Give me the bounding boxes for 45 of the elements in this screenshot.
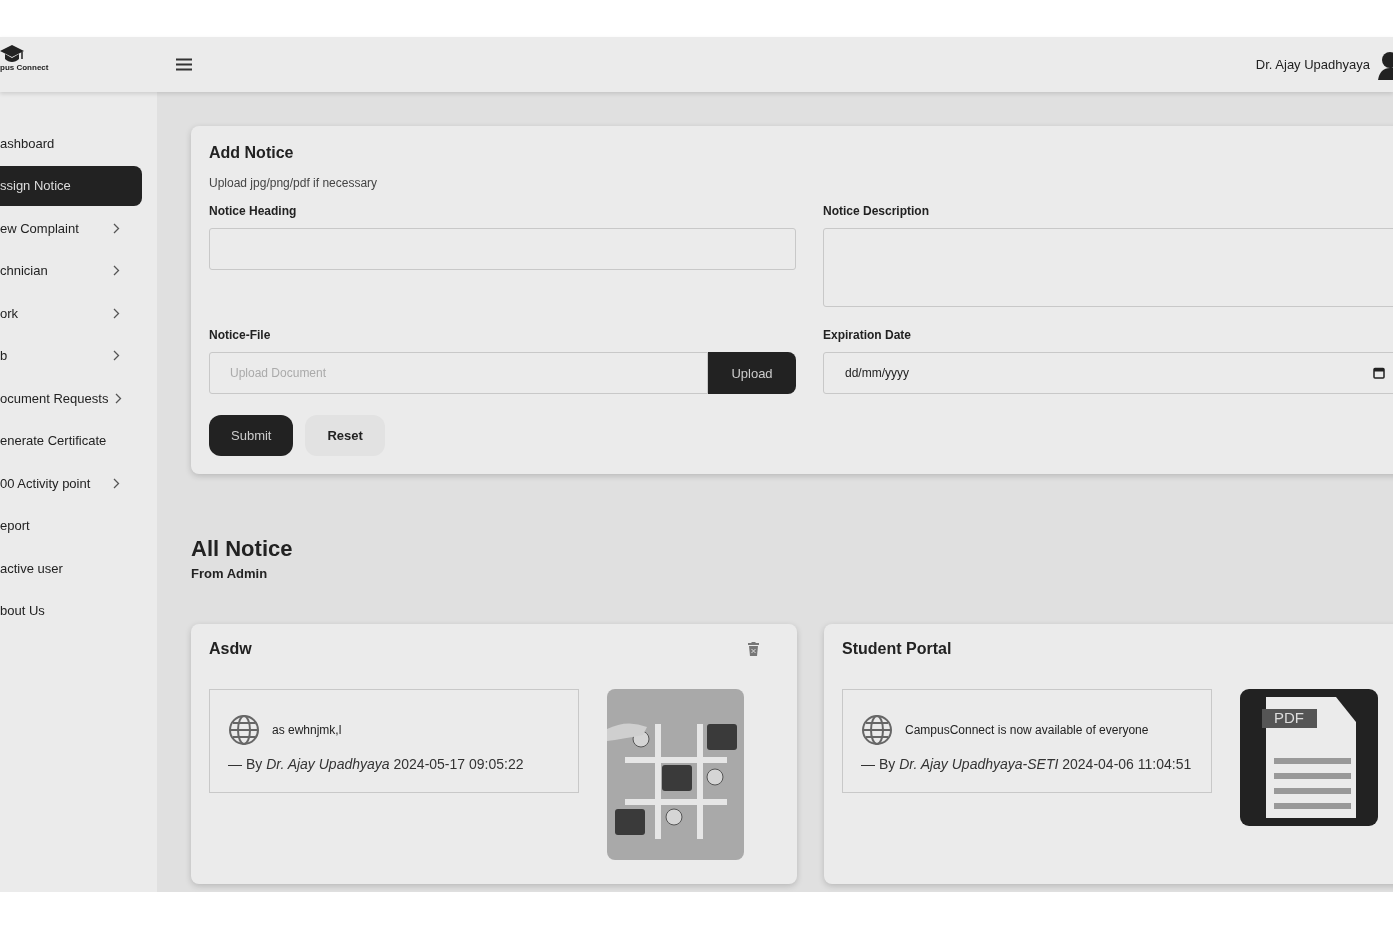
sidebar-item[interactable]: ssign Notice xyxy=(0,165,142,206)
submit-button[interactable]: Submit xyxy=(209,415,294,456)
notice-byline: — By Dr. Ajay Upadhyaya 2024-05-17 09:05:22 xyxy=(228,755,525,774)
field-label: Expiration Date xyxy=(823,328,913,342)
sidebar-item[interactable]: bout Us xyxy=(0,590,142,631)
upload-button[interactable]: Upload xyxy=(708,352,796,394)
logo-caption: pus Connect xyxy=(0,63,49,72)
reset-button[interactable]: Reset xyxy=(305,415,385,456)
graduation-cap-icon xyxy=(0,45,24,63)
notice-heading-field[interactable] xyxy=(209,228,796,270)
section-title: All Notice xyxy=(191,536,294,562)
notice-title: Asdw xyxy=(209,640,252,658)
sidebar-item[interactable]: active user xyxy=(0,548,142,588)
menu-button[interactable] xyxy=(176,58,192,71)
sidebar-item[interactable]: eport xyxy=(0,505,142,546)
date-field[interactable]: dd/mm/yyyy xyxy=(823,352,1393,394)
field-label: Notice Description xyxy=(823,204,931,218)
sidebar-item[interactable]: ocument Requests xyxy=(0,378,142,418)
card-title: Add Notice xyxy=(209,144,295,162)
pdf-file-icon: PDF xyxy=(1240,689,1378,826)
avatar-icon[interactable] xyxy=(1378,49,1393,80)
field-label: Notice Heading xyxy=(209,204,298,218)
sidebar-item[interactable]: ork xyxy=(0,293,142,333)
globe-icon xyxy=(228,714,260,746)
user-name: Dr. Ajay Upadhyaya xyxy=(1255,57,1370,72)
upload-hint: Upload jpg/png/pdf if necessary xyxy=(209,176,379,190)
notice-title: Student Portal xyxy=(842,640,952,658)
notice-byline: — By Dr. Ajay Upadhyaya-SETI 2024-04-06 11:04:51 xyxy=(861,755,1193,774)
notice-message: as ewhnjmk,l xyxy=(272,723,342,737)
notice-description-field[interactable] xyxy=(823,228,1393,307)
menu-icon xyxy=(176,58,192,71)
sidebar-item[interactable]: chnician xyxy=(0,250,142,291)
calendar-icon[interactable] xyxy=(1373,367,1385,379)
field-label: Notice-File xyxy=(209,328,272,342)
file-field[interactable]: Upload Document xyxy=(209,352,708,394)
globe-icon xyxy=(861,714,893,746)
sidebar-item[interactable]: enerate Certificate xyxy=(0,420,142,461)
sidebar-item[interactable]: b xyxy=(0,335,142,376)
section-subtitle: From Admin xyxy=(191,566,269,581)
sidebar-item[interactable]: ashboard xyxy=(0,123,142,163)
sidebar-item[interactable]: ew Complaint xyxy=(0,208,142,248)
date-placeholder: dd/mm/yyyy xyxy=(845,366,910,380)
trash-icon[interactable] xyxy=(748,642,759,656)
sidebar-item[interactable]: 00 Activity point xyxy=(0,463,142,503)
notice-message: CampusConnect is now available of everyone xyxy=(905,723,1149,737)
